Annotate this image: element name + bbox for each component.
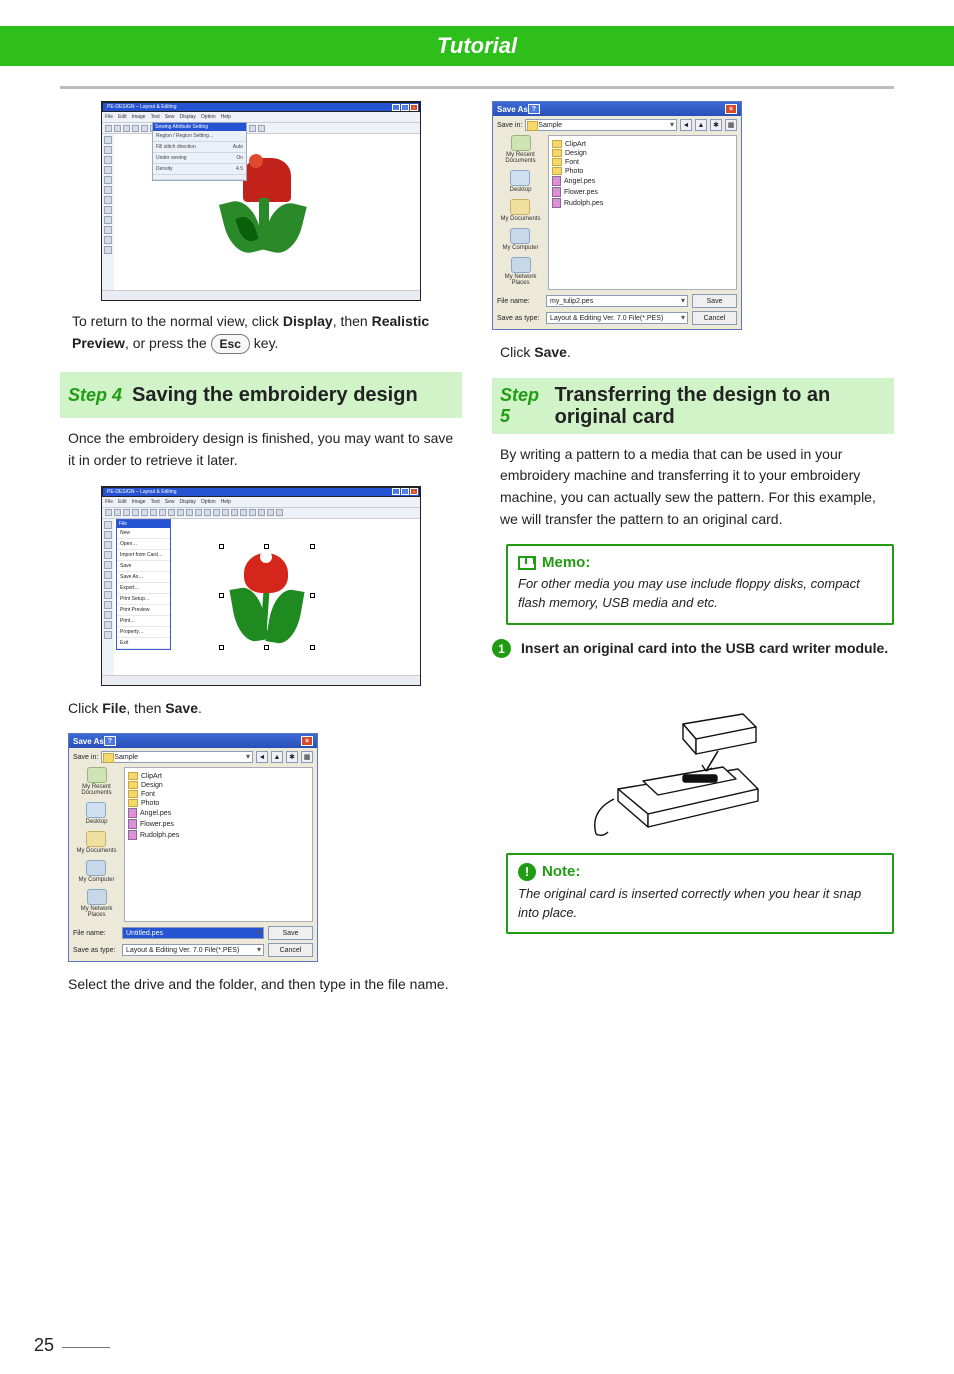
app-titlebar: PE-DESIGN – Layout & Editing _□× xyxy=(102,102,420,112)
step4-bar: Step 4 Saving the embroidery design xyxy=(60,372,462,418)
step5-label: Step 5 xyxy=(500,385,545,427)
note-icon: ! xyxy=(518,863,536,881)
up-icon[interactable]: ▲ xyxy=(271,751,283,763)
page-number: 25 xyxy=(34,1335,54,1356)
memo-icon xyxy=(518,556,536,570)
place-mydocs[interactable]: My Documents xyxy=(76,831,116,854)
step5-title: Transferring the design to an original c… xyxy=(555,384,886,428)
place-mynetwork[interactable]: My Network Places xyxy=(71,889,122,918)
views-icon[interactable]: ▦ xyxy=(301,751,313,763)
step4-intro: Once the embroidery design is finished, … xyxy=(68,428,454,471)
step-number-icon: 1 xyxy=(492,639,511,658)
numstep-1-text: Insert an original card into the USB car… xyxy=(521,639,894,659)
app-title: PE-DESIGN – Layout & Editing xyxy=(107,104,176,110)
file-list[interactable]: ClipArt Design Font Photo Angel.pes Flow… xyxy=(124,767,313,922)
save-as-dialog-2: Save As?× Save in: Sample ◄ ▲ ✱ ▦ My Rec… xyxy=(492,101,742,330)
savein-combo[interactable]: Sample xyxy=(101,751,253,763)
step5-intro: By writing a pattern to a media that can… xyxy=(500,444,886,531)
app-screenshot-preview: PE-DESIGN – Layout & Editing _□× FileEdi… xyxy=(101,101,421,301)
cancel-button-2[interactable]: Cancel xyxy=(692,311,737,325)
app-toolbar xyxy=(102,122,420,134)
click-file-save: Click File, then Save. xyxy=(68,698,454,720)
tulip-vector xyxy=(222,547,312,647)
preview-caption: To return to the normal view, click Disp… xyxy=(72,311,450,354)
app-screenshot-filemenu: PE-DESIGN – Layout & Editing _□× FileEdi… xyxy=(101,486,421,686)
select-drive-text: Select the drive and the folder, and the… xyxy=(68,974,454,996)
filetype-combo[interactable]: Layout & Editing Ver. 7.0 File(*.PES) xyxy=(122,944,264,956)
note-body: The original card is inserted correctly … xyxy=(518,885,882,923)
step4-label: Step 4 xyxy=(68,385,122,406)
app-menubar: FileEditImageTextSewDisplayOptionHelp xyxy=(102,112,420,122)
click-save-text: Click Save. xyxy=(500,342,886,364)
numstep-1: 1 Insert an original card into the USB c… xyxy=(492,639,894,659)
save-as-dialog-1: Save As?× Save in: Sample ◄ ▲ ✱ ▦ My Rec… xyxy=(68,733,318,962)
place-desktop[interactable]: Desktop xyxy=(85,802,107,825)
page-header-title: Tutorial xyxy=(437,33,517,59)
filename-input-2[interactable]: my_tulip2.pes xyxy=(546,295,688,307)
app-sidetools xyxy=(102,134,114,290)
savein-combo-2[interactable]: Sample xyxy=(525,119,677,131)
back-icon[interactable]: ◄ xyxy=(256,751,268,763)
memo-title: Memo: xyxy=(542,554,590,571)
memo-body: For other media you may use include flop… xyxy=(518,575,882,613)
save-button-2[interactable]: Save xyxy=(692,294,737,308)
newfolder-icon[interactable]: ✱ xyxy=(286,751,298,763)
step5-bar: Step 5 Transferring the design to an ori… xyxy=(492,378,894,434)
filename-input[interactable]: Untitled.pes xyxy=(122,927,264,939)
card-writer-illustration xyxy=(588,669,798,839)
memo-box: Memo: For other media you may use includ… xyxy=(506,544,894,625)
save-button[interactable]: Save xyxy=(268,926,313,940)
file-menu-dropdown: File New Open… Import from Card… Save Sa… xyxy=(116,519,171,650)
header-rule xyxy=(60,86,894,89)
step4-title: Saving the embroidery design xyxy=(132,384,418,406)
place-mycomputer[interactable]: My Computer xyxy=(78,860,114,883)
sewing-attribute-panel: Sewing Attribute Setting Region / Region… xyxy=(152,122,247,181)
cancel-button[interactable]: Cancel xyxy=(268,943,313,957)
note-title: Note: xyxy=(542,863,580,880)
place-recent[interactable]: My Recent Documents xyxy=(71,767,122,796)
note-box: ! Note: The original card is inserted co… xyxy=(506,853,894,935)
esc-key: Esc xyxy=(211,334,250,355)
page-header: Tutorial xyxy=(0,26,954,66)
